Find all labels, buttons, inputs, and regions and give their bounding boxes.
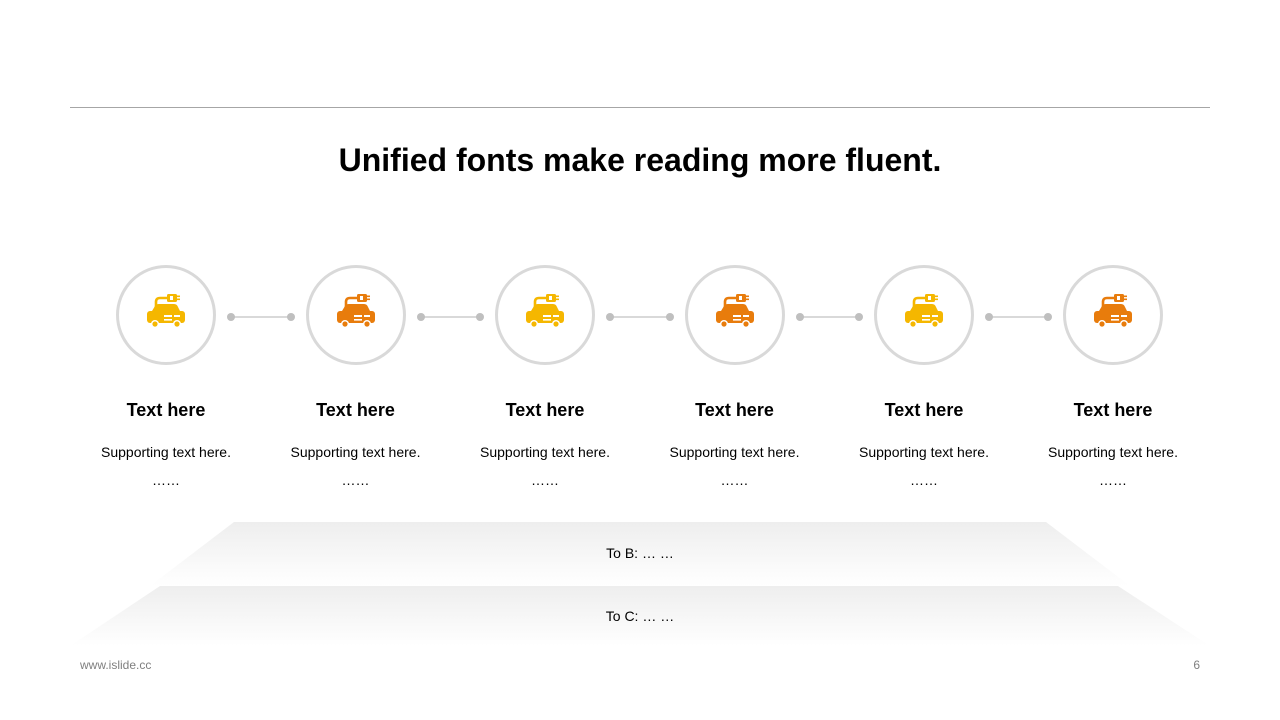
connector-dot — [855, 313, 863, 321]
connector-line — [989, 316, 1048, 318]
step-2-ellipsis: …… — [341, 472, 370, 488]
step-4-ellipsis: …… — [720, 472, 749, 488]
step-3-ellipsis: …… — [531, 472, 559, 488]
car-charging-icon — [1091, 293, 1135, 338]
car-charging-icon — [144, 293, 188, 338]
step-1-supporting-text: Supporting text here. — [101, 444, 231, 460]
connector-dot — [795, 313, 804, 321]
step-5-circle — [874, 265, 974, 365]
car-charging-icon — [334, 293, 378, 338]
step-2-title: Text here — [316, 400, 395, 420]
connector-line — [799, 316, 859, 318]
step-2-circle — [305, 265, 406, 365]
connector-dot — [416, 313, 425, 321]
connector-line — [420, 316, 480, 318]
step-1-circle — [116, 265, 216, 365]
step-3-title: Text here — [505, 400, 585, 420]
connector-dot — [1044, 313, 1052, 321]
step-5-ellipsis: …… — [910, 472, 938, 488]
step-4-circle — [684, 265, 785, 365]
step-6-supporting-text: Supporting text here. — [1048, 444, 1178, 460]
connector-dot — [985, 313, 993, 321]
step-3-circle — [495, 265, 595, 365]
step-5-supporting-text: Supporting text here. — [859, 444, 989, 460]
connector-line — [231, 316, 291, 318]
connector-dot — [286, 313, 295, 321]
step-6-ellipsis: …… — [1099, 472, 1127, 488]
connector-dot — [476, 313, 484, 321]
connector-dot — [665, 313, 674, 321]
step-6-circle — [1063, 265, 1163, 365]
band-to-b-label: To B: … … — [606, 545, 674, 561]
step-3-supporting-text: Supporting text here. — [480, 444, 610, 460]
page-number: 6 — [1193, 658, 1200, 672]
step-4-supporting-text: Supporting text here. — [669, 444, 800, 460]
connector-dot — [227, 313, 235, 321]
car-charging-icon — [713, 293, 757, 338]
connector-dot — [606, 313, 614, 321]
step-2-supporting-text: Supporting text here. — [290, 444, 421, 460]
footer-website: www.islide.cc — [80, 658, 152, 672]
step-1-title: Text here — [126, 400, 206, 420]
step-5-title: Text here — [884, 400, 964, 420]
car-charging-icon — [902, 293, 946, 338]
step-1-ellipsis: …… — [152, 472, 180, 488]
band-to-c-label: To C: … … — [605, 608, 675, 624]
connector-line — [610, 316, 670, 318]
step-6-title: Text here — [1073, 400, 1153, 420]
step-4-title: Text here — [695, 400, 774, 420]
car-charging-icon — [523, 293, 567, 338]
